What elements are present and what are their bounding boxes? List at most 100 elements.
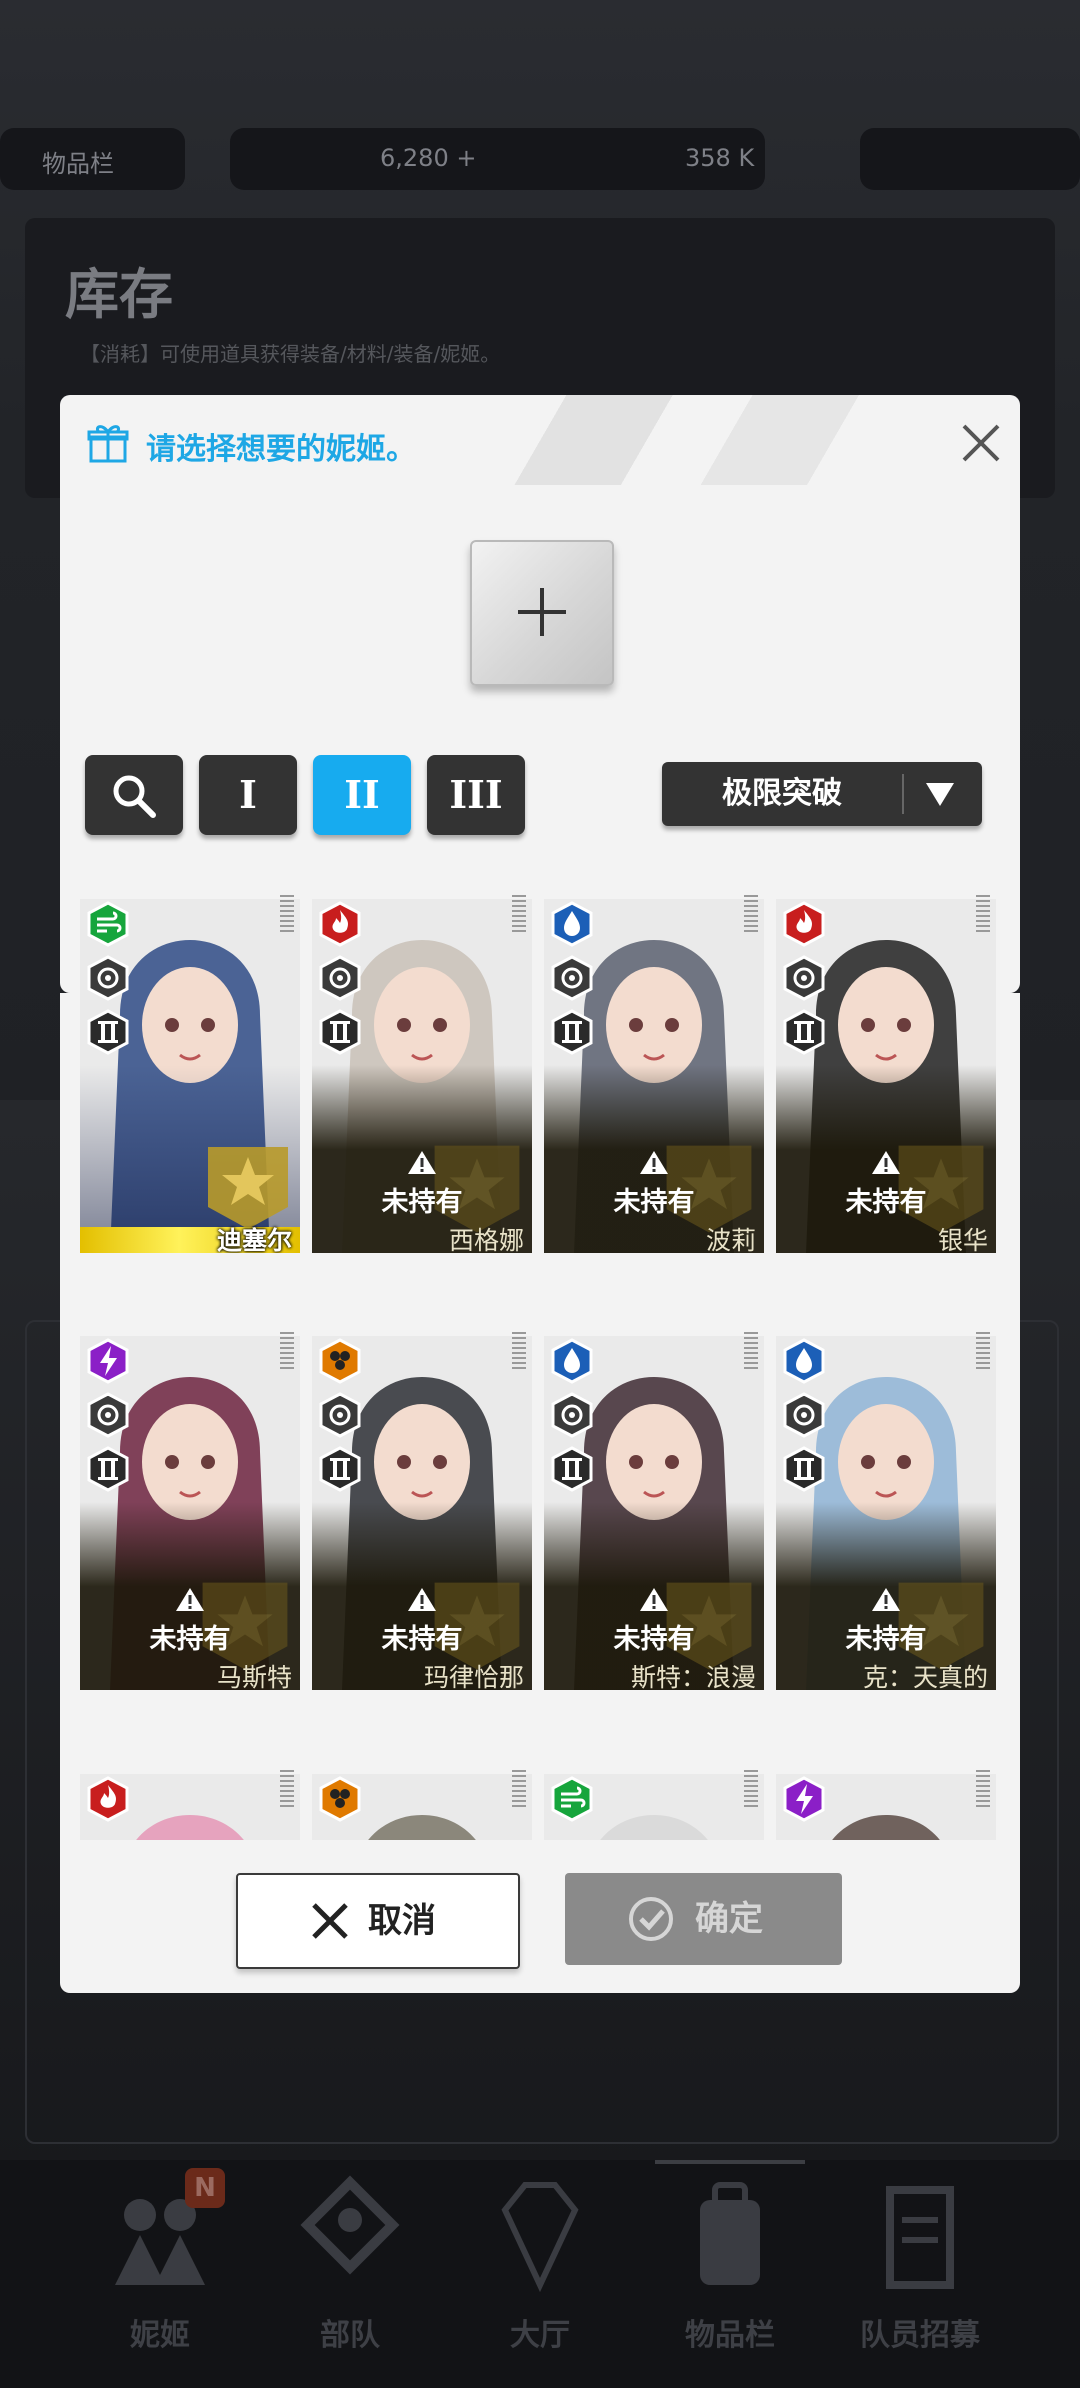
gift-icon (87, 425, 129, 463)
electric-element-icon (783, 1776, 825, 1822)
iron-element-icon (319, 1776, 361, 1822)
nav-new-badge: N (185, 2168, 225, 2208)
burst-2-icon (87, 1009, 129, 1055)
cancel-label: 取消 (368, 1901, 436, 1941)
water-element-icon (551, 901, 593, 947)
weapon-icon (87, 1392, 129, 1438)
nav-item-inventory: 物品栏 (640, 2175, 820, 2365)
nikke-card[interactable] (776, 1750, 996, 1840)
filter-burst-1[interactable]: I (199, 755, 297, 835)
inventory-title: 库存 (65, 263, 173, 326)
not-owned-label: 未持有 (613, 1187, 695, 1218)
nikke-name: 迪塞尔 (216, 1226, 292, 1253)
backpack-nav-icon (700, 2182, 760, 2285)
inventory-subtitle: 【消耗】可使用道具获得装备/材料/装备/妮姬。 (80, 342, 501, 366)
card-barcode (976, 895, 990, 935)
nav-label-recruit: 队员招募 (860, 2318, 980, 2353)
weapon-icon (783, 955, 825, 1001)
resource-1: 6,280 + (380, 144, 477, 172)
nikke-card[interactable]: 未持有 玛律恰那 (312, 1312, 532, 1690)
burst-2-icon (319, 1446, 361, 1492)
fire-element-icon (783, 901, 825, 947)
card-barcode (512, 895, 526, 935)
sort-dropdown[interactable]: 极限突破 (662, 762, 982, 826)
filter-burst-2[interactable]: II (313, 755, 411, 835)
sort-label: 极限突破 (722, 776, 842, 811)
iron-element-icon (319, 1338, 361, 1384)
wind-element-icon (551, 1776, 593, 1822)
squad-nav-icon (300, 2175, 400, 2275)
nikke-card[interactable]: 未持有 克：天真的 (776, 1312, 996, 1690)
nikke-card[interactable]: 未持有 斯特：浪漫 (544, 1312, 764, 1690)
filter-burst-3[interactable]: III (427, 755, 525, 835)
fire-element-icon (319, 901, 361, 947)
not-owned-label: 未持有 (613, 1624, 695, 1655)
close-icon[interactable] (958, 420, 1004, 466)
weapon-icon (319, 1392, 361, 1438)
not-owned-label: 未持有 (845, 1624, 927, 1655)
items-tab-pill: 物品栏 (0, 128, 185, 190)
warning-icon (640, 1588, 668, 1611)
not-owned-label: 未持有 (845, 1187, 927, 1218)
nikke-card[interactable]: 未持有 银华 (776, 875, 996, 1253)
nikke-card[interactable]: 未持有马斯特 (80, 1312, 300, 1690)
nav-active-indicator (655, 2160, 805, 2164)
warning-icon (872, 1588, 900, 1611)
wind-element-icon (87, 901, 129, 947)
nikke-name: 玛律恰那 (423, 1663, 524, 1690)
weapon-icon (319, 955, 361, 1001)
nikke-card[interactable]: 未持有 波莉 (544, 875, 764, 1253)
nav-item-lobby: 大厅 (450, 2175, 630, 2365)
cancel-button[interactable]: 取消 (236, 1873, 520, 1969)
nav-item-recruit: 队员招募 (830, 2175, 1010, 2365)
burst-2-icon (783, 1009, 825, 1055)
card-barcode (512, 1332, 526, 1372)
resource-2: 358 K (685, 144, 755, 172)
search-button[interactable] (85, 755, 183, 835)
nav-item-squad: 部队 (260, 2175, 440, 2365)
not-owned-label: 未持有 (149, 1624, 231, 1655)
warning-icon (408, 1588, 436, 1611)
search-icon (113, 775, 156, 818)
selected-nikke-slot[interactable] (470, 540, 614, 686)
warning-icon (872, 1151, 900, 1174)
check-circle-icon (629, 1897, 673, 1941)
warning-icon (640, 1151, 668, 1174)
card-barcode (512, 1770, 526, 1810)
close-icon (312, 1903, 348, 1939)
nikke-name: 马斯特 (216, 1663, 292, 1690)
fire-element-icon (87, 1776, 129, 1822)
mail-area (860, 128, 1080, 190)
confirm-button[interactable]: 确定 (565, 1873, 842, 1965)
nav-label-inventory: 物品栏 (685, 2318, 775, 2353)
diamond-nav-icon (501, 2182, 579, 2293)
nav-label-nikke: 妮姬 (130, 2318, 190, 2353)
card-barcode (744, 1332, 758, 1372)
filter-burst-1-label: I (239, 772, 257, 817)
resource-bar: 6,280 + 358 K (230, 128, 765, 190)
filter-burst-2-label: II (344, 772, 380, 817)
nikke-name: 西格娜 (448, 1226, 524, 1253)
electric-element-icon (87, 1338, 129, 1384)
card-barcode (280, 1332, 294, 1372)
nikke-card[interactable] (544, 1750, 764, 1840)
weapon-icon (551, 1392, 593, 1438)
nikke-card[interactable]: 未持有 西格娜 (312, 875, 532, 1253)
burst-2-icon (551, 1446, 593, 1492)
burst-2-icon (783, 1446, 825, 1492)
nikke-name: 波莉 (705, 1226, 756, 1253)
items-tab-label: 物品栏 (42, 150, 114, 178)
nav-label-squad: 部队 (320, 2318, 380, 2353)
nikke-card[interactable] (312, 1750, 532, 1840)
card-barcode (976, 1332, 990, 1372)
nikke-name: 银华 (937, 1226, 988, 1253)
filter-burst-3-label: III (449, 772, 503, 817)
card-barcode (280, 1770, 294, 1810)
weapon-icon (551, 955, 593, 1001)
nikke-card[interactable] (80, 1750, 300, 1840)
warning-icon (408, 1151, 436, 1174)
plus-icon (518, 588, 566, 636)
modal-title: 请选择想要的妮姬。 (146, 432, 416, 467)
star-badge-icon (208, 1147, 288, 1229)
nikke-card[interactable]: 迪塞尔 (80, 875, 300, 1253)
